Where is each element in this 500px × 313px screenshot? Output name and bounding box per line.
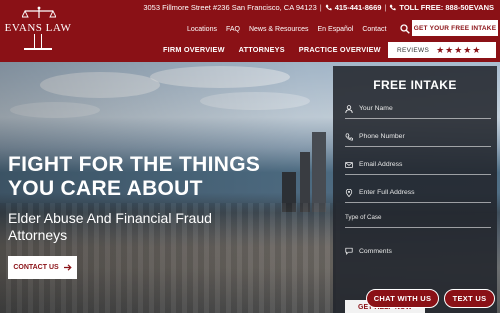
divider: | [384,3,387,12]
address-text: 3053 Fillmore Street #236 San Francisco,… [143,3,317,12]
phone-icon [345,132,353,140]
reviews-label: REVIEWS [397,46,430,54]
phone-placeholder: Phone Number [359,133,405,140]
phone-field[interactable]: Phone Number [345,127,491,147]
form-title: FREE INTAKE [373,78,457,92]
site-header: EVANS LAW 3053 Fillmore Street #236 San … [0,0,500,62]
phone-link[interactable]: 415-441-8669 [335,3,382,12]
search-icon[interactable] [400,24,411,34]
logo[interactable]: EVANS LAW [0,6,76,52]
phone-icon [390,4,397,11]
case-type-select[interactable]: Type of Case [345,208,491,228]
free-intake-button[interactable]: GET YOUR FREE INTAKE [412,20,498,36]
name-field[interactable]: Your Name [345,99,491,119]
nav-firm-overview[interactable]: FIRM OVERVIEW [163,45,225,54]
main-nav: FIRM OVERVIEW ATTORNEYS PRACTICE OVERVIE… [163,45,381,54]
chat-bubble-icon [345,247,353,255]
nav-locations[interactable]: Locations [187,26,217,33]
user-icon [345,104,353,113]
phone-icon [325,4,332,11]
nav-attorneys[interactable]: ATTORNEYS [239,45,285,54]
nav-en-espanol[interactable]: En Español [318,26,354,33]
email-placeholder: Email Address [359,161,403,168]
comments-field[interactable]: Comments [345,241,491,261]
free-intake-form: FREE INTAKE Your Name Phone Number Email… [333,66,497,313]
headline-line: YOU CARE ABOUT [8,177,203,200]
nav-contact[interactable]: Contact [362,26,386,33]
hero-headline: FIGHT FOR THE THINGS YOU CARE ABOUT [8,153,328,201]
arrow-right-icon [63,264,72,271]
nav-practice-overview[interactable]: PRACTICE OVERVIEW [299,45,381,54]
utility-nav: Locations FAQ News & Resources En Españo… [187,24,411,34]
address-field[interactable]: Enter Full Address [345,183,491,203]
email-field[interactable]: Email Address [345,155,491,175]
chat-with-us-button[interactable]: CHAT WITH US [366,289,439,308]
logo-pillar [34,34,42,48]
logo-base [24,48,52,50]
address-placeholder: Enter Full Address [359,189,415,196]
name-placeholder: Your Name [359,105,393,112]
hero-subheading: Elder Abuse And Financial Fraud Attorney… [8,210,212,243]
nav-faq[interactable]: FAQ [226,26,240,33]
location-pin-icon [345,188,353,197]
comments-placeholder: Comments [359,247,392,255]
contact-strip: 3053 Fillmore Street #236 San Francisco,… [143,3,494,12]
toll-free-link[interactable]: TOLL FREE: 888-50EVANS [399,3,494,12]
mail-icon [345,161,353,168]
text-us-button[interactable]: TEXT US [444,289,495,308]
divider: | [319,3,322,12]
reviews-button[interactable]: REVIEWS ★★★★★ [388,42,496,58]
case-type-placeholder: Type of Case [345,214,382,221]
nav-news-resources[interactable]: News & Resources [249,26,309,33]
logo-text: EVANS LAW [4,22,72,34]
contact-us-button[interactable]: CONTACT US [8,256,77,279]
headline-line: FIGHT FOR THE THINGS [8,153,261,176]
star-icon: ★★★★★ [436,44,482,55]
contact-us-label: CONTACT US [13,264,59,271]
